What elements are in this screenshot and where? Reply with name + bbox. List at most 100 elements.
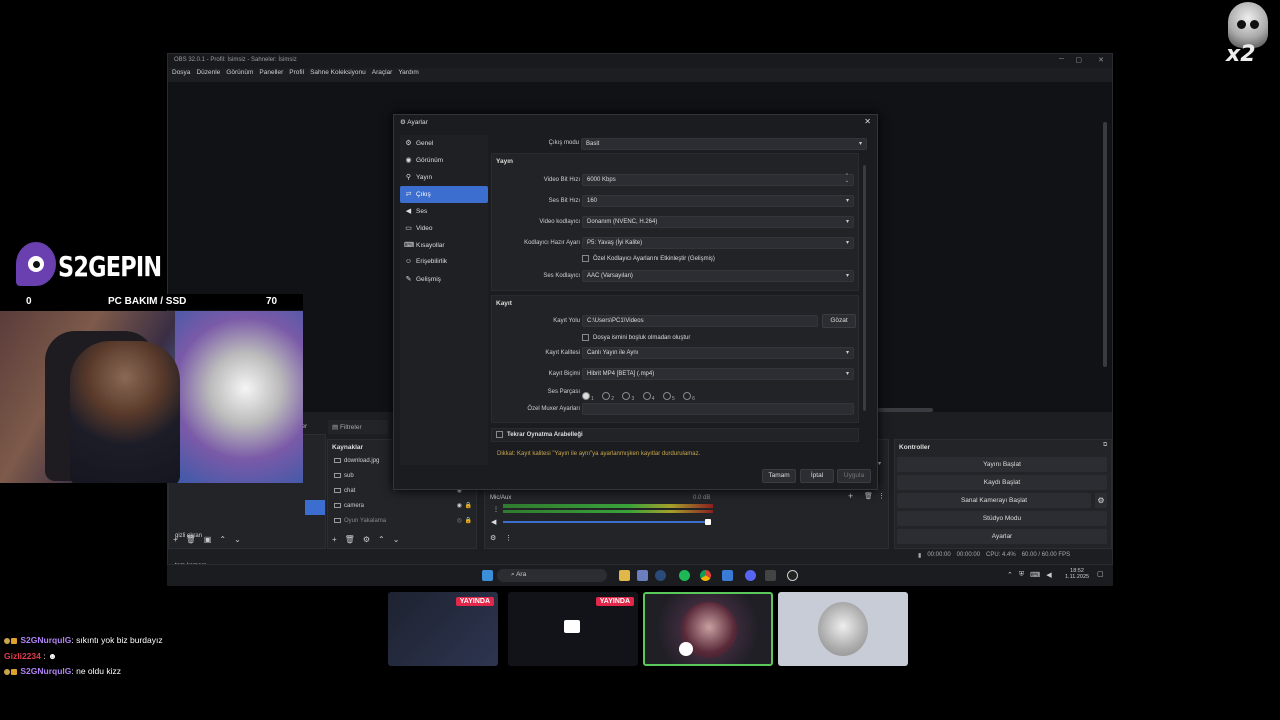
- volume-slider[interactable]: [503, 521, 711, 523]
- app-icon[interactable]: [765, 570, 776, 581]
- scene-row-selected[interactable]: [305, 500, 325, 515]
- spotify-icon[interactable]: [679, 570, 690, 581]
- filter-icon[interactable]: ▣: [204, 535, 212, 544]
- sidebar-item-appearance[interactable]: ◉ Görünüm: [400, 152, 488, 169]
- chevron-up-icon[interactable]: ⌃: [1007, 571, 1013, 579]
- app-icon[interactable]: [722, 570, 733, 581]
- chat-username[interactable]: Gizli2234: [4, 651, 41, 661]
- track-radio[interactable]: [602, 391, 611, 400]
- discord-icon[interactable]: [745, 570, 756, 581]
- chevron-down-icon[interactable]: ▾: [878, 460, 881, 467]
- scene-card[interactable]: [778, 592, 908, 666]
- add-icon[interactable]: +: [848, 491, 853, 501]
- network-icon[interactable]: ⌨: [1030, 571, 1040, 579]
- sidebar-item-audio[interactable]: ◀ Ses: [400, 203, 488, 220]
- gear-icon[interactable]: ⚙: [363, 535, 370, 544]
- notification-icon[interactable]: ▢: [1097, 570, 1104, 578]
- windows-start-icon[interactable]: [482, 570, 493, 581]
- speaker-icon[interactable]: ◀: [491, 518, 496, 526]
- sidebar-item-stream[interactable]: ⚲ Yayın: [400, 169, 488, 186]
- mixer-menu-icon[interactable]: ⋮: [493, 506, 499, 513]
- shield-icon[interactable]: ⛨: [1019, 571, 1024, 579]
- sidebar-item-advanced[interactable]: ✎ Gelişmiş: [400, 271, 488, 288]
- muxer-input[interactable]: [582, 403, 854, 415]
- chevron-up-icon[interactable]: ⌃: [378, 535, 385, 544]
- menu-icon[interactable]: ⋮: [878, 492, 885, 500]
- minimize-button[interactable]: ─: [1059, 56, 1064, 63]
- no-space-checkbox[interactable]: Dosya ismini boşluk olmadan oluştur: [582, 334, 690, 341]
- spin-arrows-icon[interactable]: ⌃ ⌄: [845, 174, 849, 184]
- track-radio[interactable]: [683, 391, 692, 400]
- record-format-select[interactable]: Hibrit MP4 [BETA] (.mp4) ▾: [582, 368, 854, 380]
- record-quality-select[interactable]: Canlı Yayın ile Aynı ▾: [582, 347, 854, 359]
- ok-button[interactable]: Tamam: [762, 469, 796, 483]
- sidebar-item-general[interactable]: ⚙ Genel: [400, 135, 488, 152]
- window-close-button[interactable]: ✕: [1098, 56, 1104, 64]
- cancel-button[interactable]: İptal: [800, 469, 834, 483]
- trash-icon[interactable]: 🗑: [345, 535, 355, 544]
- settings-scrollbar[interactable]: [863, 165, 866, 411]
- maximize-button[interactable]: ▢: [1075, 56, 1082, 64]
- store-icon[interactable]: [637, 570, 648, 581]
- audio-bitrate-select[interactable]: 160 ▾: [582, 195, 854, 207]
- preview-vscroll[interactable]: [1103, 122, 1107, 367]
- mixer-menu-icon[interactable]: ⋮: [505, 534, 512, 542]
- scene-card[interactable]: YAYINDA: [508, 592, 638, 666]
- lock-icon[interactable]: 🔒: [465, 502, 472, 509]
- menu-scene-collection[interactable]: Sahne Koleksiyonu: [310, 69, 366, 79]
- scene-card-active[interactable]: [643, 592, 773, 666]
- dock-float-icon[interactable]: ⧉: [1103, 442, 1107, 449]
- volume-slider-handle[interactable]: [705, 519, 711, 525]
- sidebar-item-video[interactable]: ▭ Video: [400, 220, 488, 237]
- video-encoder-select[interactable]: Donanım (NVENC, H.264) ▾: [582, 216, 854, 228]
- mixer-settings-icon[interactable]: ⚙: [490, 534, 496, 542]
- file-explorer-icon[interactable]: [619, 570, 630, 581]
- chrome-icon[interactable]: [700, 570, 711, 581]
- menu-docks[interactable]: Paneller: [259, 69, 283, 79]
- settings-button[interactable]: Ayarlar: [897, 529, 1107, 544]
- start-streaming-button[interactable]: Yayını Başlat: [897, 457, 1107, 472]
- start-recording-button[interactable]: Kaydı Başlat: [897, 475, 1107, 490]
- custom-encoder-checkbox[interactable]: Özel Kodlayıcı Ayarlarını Etkinleştir (G…: [582, 255, 715, 262]
- taskbar-search[interactable]: ⌕ Ara: [497, 569, 607, 582]
- video-bitrate-spinbox[interactable]: 6000 Kbps ⌃ ⌄: [582, 174, 854, 186]
- sidebar-item-output[interactable]: ⇄ Çıkış: [400, 186, 488, 203]
- eye-off-icon[interactable]: ◎: [457, 517, 462, 524]
- track-radio[interactable]: [642, 391, 651, 400]
- lock-icon[interactable]: 🔒: [465, 517, 472, 524]
- menu-view[interactable]: Görünüm: [226, 69, 253, 79]
- record-path-input[interactable]: C:\Users\PC1\Videos: [582, 315, 818, 327]
- start-virtual-camera-button[interactable]: Sanal Kamerayı Başlat: [897, 493, 1091, 508]
- browse-button[interactable]: Gözat: [822, 314, 856, 328]
- close-icon[interactable]: ✕: [864, 117, 871, 126]
- chevron-down-icon[interactable]: ⌄: [234, 535, 241, 544]
- menu-edit[interactable]: Düzenle: [196, 69, 220, 79]
- obs-icon[interactable]: [787, 570, 798, 581]
- chat-username[interactable]: S2GNurqulG: [20, 666, 71, 676]
- trash-icon[interactable]: 🗑: [186, 535, 196, 544]
- chat-username[interactable]: S2GNurqulG: [20, 635, 71, 645]
- add-icon[interactable]: +: [332, 535, 337, 544]
- source-item[interactable]: Oyun Yakalama ◎ 🔒: [328, 514, 476, 529]
- menu-file[interactable]: Dosya: [172, 69, 190, 79]
- clock[interactable]: 18:52 1.11.2025: [1065, 568, 1089, 580]
- chevron-up-icon[interactable]: ⌃: [219, 535, 226, 544]
- sidebar-item-hotkeys[interactable]: ⌨ Kısayollar: [400, 237, 488, 254]
- menu-profile[interactable]: Profil: [289, 69, 304, 79]
- trash-icon[interactable]: 🗑: [864, 492, 873, 500]
- steam-icon[interactable]: [655, 570, 666, 581]
- apply-button[interactable]: Uygula: [837, 469, 871, 483]
- volume-icon[interactable]: ◀: [1046, 571, 1051, 579]
- chevron-down-icon[interactable]: ⌄: [393, 535, 400, 544]
- gear-icon[interactable]: ⚙: [1095, 493, 1107, 508]
- track-radio[interactable]: [662, 391, 671, 400]
- track-radio[interactable]: [582, 391, 590, 400]
- track-radio[interactable]: [622, 391, 631, 400]
- encoder-preset-select[interactable]: P5: Yavaş (İyi Kalite) ▾: [582, 237, 854, 249]
- tab-filters[interactable]: ▤ Filtreler: [328, 420, 388, 434]
- source-item[interactable]: camera ◉ 🔒: [328, 499, 476, 514]
- add-icon[interactable]: +: [173, 535, 178, 544]
- scene-card[interactable]: YAYINDA: [388, 592, 498, 666]
- output-mode-select[interactable]: Basit ▾: [581, 138, 867, 150]
- sidebar-item-accessibility[interactable]: ☺ Erişebilirlik: [400, 254, 488, 271]
